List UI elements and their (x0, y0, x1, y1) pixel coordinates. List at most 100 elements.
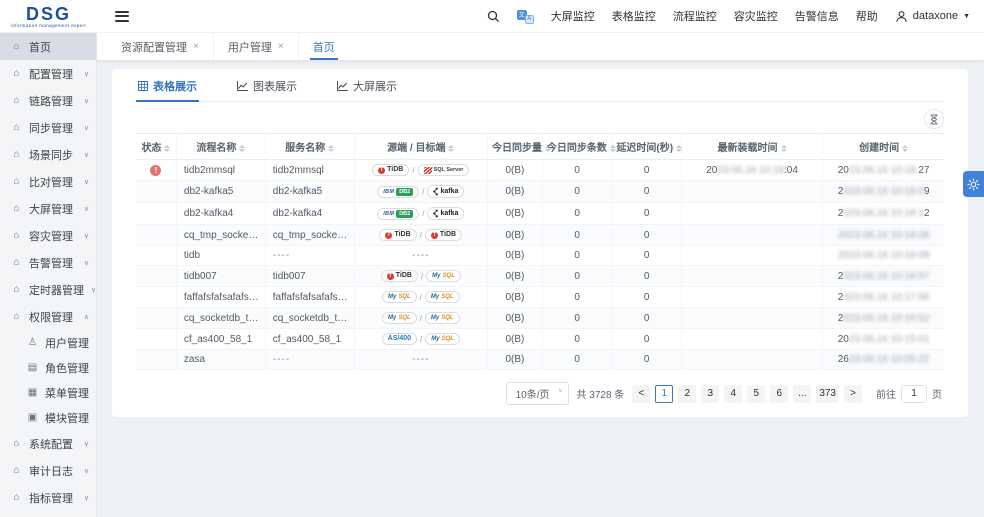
next-page-button[interactable]: > (844, 385, 862, 403)
sort-icon[interactable] (781, 145, 787, 152)
sidebar-item[interactable]: ⌂链路管理∨ (0, 87, 96, 114)
create-time-cell: 2023.06.16 10:18:12 (823, 203, 944, 225)
sidebar-item[interactable]: ⌂定时器管理∨ (0, 276, 96, 303)
page-tab[interactable]: 用户管理× (213, 33, 298, 60)
sidebar-subitem[interactable]: ▣模块管理 (0, 405, 96, 430)
chevron-down-icon: ∨ (84, 70, 89, 78)
sidebar-item[interactable]: ⌂场景同步∨ (0, 141, 96, 168)
topbar-link[interactable]: 容灾监控 (734, 8, 778, 24)
sidebar-item[interactable]: ⌂审计日志∨ (0, 457, 96, 484)
goto-page-input[interactable] (901, 385, 927, 403)
sort-icon[interactable] (448, 145, 454, 152)
sort-icon[interactable] (902, 145, 908, 152)
column-header[interactable]: 创建时间 (823, 134, 944, 160)
page-number-button[interactable]: 373 (816, 385, 839, 403)
chevron-down-icon: ∨ (84, 205, 89, 213)
today-volume-cell: 0(B) (487, 246, 542, 266)
sort-icon[interactable] (610, 145, 616, 152)
table-row[interactable]: tidb007tidb007TTiDB/MySQL0(B)002023.06.1… (136, 266, 944, 287)
today-volume-cell: 0(B) (487, 203, 542, 225)
topbar-link[interactable]: 帮助 (856, 8, 878, 24)
sidebar: ⌂首页⌂配置管理∨⌂链路管理∨⌂同步管理∨⌂场景同步∨⌂比对管理∨⌂大屏管理∨⌂… (0, 33, 97, 517)
view-tab[interactable]: 大屏展示 (335, 69, 399, 101)
endpoints-cell: TTiDB/MySQL (354, 266, 487, 287)
view-tab[interactable]: 图表展示 (235, 69, 299, 101)
sort-icon[interactable] (328, 145, 334, 152)
topbar-link[interactable]: 告警信息 (795, 8, 839, 24)
sidebar-subitem[interactable]: ▤角色管理 (0, 355, 96, 380)
close-icon[interactable]: × (278, 41, 284, 52)
page-number-button[interactable]: 4 (724, 385, 742, 403)
sort-icon[interactable] (676, 145, 682, 152)
page-number-button[interactable]: 6 (770, 385, 788, 403)
view-tab[interactable]: 表格展示 (136, 69, 199, 101)
service-name-cell: cf_as400_58_1 (265, 329, 354, 350)
table-row[interactable]: db2-kafka4db2-kafka4IBMDB2/kafka0(B)0020… (136, 203, 944, 225)
topbar-link[interactable]: 表格监控 (612, 8, 656, 24)
user-menu[interactable]: dataxone ▼ (895, 10, 970, 23)
process-name-cell: db2-kafka5 (176, 181, 265, 203)
sidebar-item[interactable]: ⌂权限管理∧ (0, 303, 96, 330)
delay-cell: 0 (612, 181, 681, 203)
table-row[interactable]: !tidb2mmsqltidb2mmsqlTTiDB/SQL Server0(B… (136, 160, 944, 181)
process-name-cell: cq_socketdb_tmp_tes... (176, 308, 265, 329)
sidebar-item[interactable]: ⌂系统配置∨ (0, 430, 96, 457)
language-switch-icon[interactable]: 文A (517, 9, 534, 24)
service-name-cell: tidb2mmsql (265, 160, 354, 181)
table-row[interactable]: cf_as400_58_1cf_as400_58_1AS/400/MySQL0(… (136, 329, 944, 350)
service-name-cell: cq_socketdb_tmp_tes... (265, 308, 354, 329)
process-name-cell: cq_tmp_socket_test001 (176, 225, 265, 246)
sidebar-item[interactable]: ⌂配置管理∨ (0, 60, 96, 87)
sidebar-item[interactable]: ⌂容灾管理∨ (0, 222, 96, 249)
settings-gear-button[interactable] (963, 171, 984, 197)
sidebar-item[interactable]: ⌂大屏管理∨ (0, 195, 96, 222)
gear-icon (967, 178, 980, 191)
column-header[interactable]: 服务名称 (265, 134, 354, 160)
table-row[interactable]: cq_tmp_socket_test001cq_tmp_socket_test0… (136, 225, 944, 246)
page-number-button[interactable]: 3 (701, 385, 719, 403)
sidebar-item[interactable]: ⌂指标管理∨ (0, 484, 96, 511)
hamburger-menu-icon[interactable] (115, 11, 129, 22)
sidebar-subitem-label: 菜单管理 (45, 385, 89, 401)
status-cell (136, 203, 176, 225)
table-row[interactable]: faffafsfafsafafsadff1faffafsfafsafafsadf… (136, 287, 944, 308)
column-header[interactable]: 今日同步量 (487, 134, 542, 160)
process-name-cell: db2-kafka4 (176, 203, 265, 225)
sidebar-subitem[interactable]: ▦菜单管理 (0, 380, 96, 405)
menu-item-icon: ⌂ (11, 465, 22, 476)
topbar-link[interactable]: 流程监控 (673, 8, 717, 24)
today-count-cell: 0 (542, 246, 611, 266)
page-size-select[interactable]: 10条/页 (506, 382, 569, 405)
page-tab[interactable]: 首页 (298, 33, 349, 60)
sort-icon[interactable] (239, 145, 245, 152)
prev-page-button[interactable]: < (632, 385, 650, 403)
table-row[interactable]: db2-kafka5db2-kafka5IBMDB2/kafka0(B)0020… (136, 181, 944, 203)
close-icon[interactable]: × (193, 41, 199, 52)
column-header[interactable]: 最新装载时间 (681, 134, 822, 160)
table-row[interactable]: zasa--------0(B)002623.06.16 10:05:22 (136, 350, 944, 370)
table-settings-icon[interactable] (924, 109, 944, 129)
table-row[interactable]: cq_socketdb_tmp_tes...cq_socketdb_tmp_te… (136, 308, 944, 329)
column-header-label: 最新装载时间 (718, 143, 778, 154)
page-number-button[interactable]: 5 (747, 385, 765, 403)
page-tab[interactable]: 资源配置管理× (107, 33, 213, 60)
table-row[interactable]: tidb--------0(B)002023.06.16 10:18:08 (136, 246, 944, 266)
column-header[interactable]: 状态 (136, 134, 176, 160)
sidebar-item[interactable]: ⌂首页 (0, 33, 96, 60)
more-pages-button[interactable]: ... (793, 385, 811, 403)
total-count: 共 3728 条 (577, 386, 625, 401)
column-header[interactable]: 源端 / 目标端 (354, 134, 487, 160)
sidebar-item[interactable]: ⌂告警管理∨ (0, 249, 96, 276)
sidebar-item[interactable]: ⌂同步管理∨ (0, 114, 96, 141)
topbar-link[interactable]: 大屏监控 (551, 8, 595, 24)
column-header[interactable]: 流程名称 (176, 134, 265, 160)
column-header[interactable]: 延迟时间(秒) (612, 134, 681, 160)
page-number-button[interactable]: 1 (655, 385, 673, 403)
sidebar-subitem[interactable]: ♙用户管理 (0, 330, 96, 355)
column-header-label: 流程名称 (196, 143, 236, 154)
sort-icon[interactable] (164, 145, 170, 152)
page-number-button[interactable]: 2 (678, 385, 696, 403)
column-header[interactable]: 今日同步条数 (542, 134, 611, 160)
search-icon[interactable] (487, 10, 500, 23)
sidebar-item[interactable]: ⌂比对管理∨ (0, 168, 96, 195)
